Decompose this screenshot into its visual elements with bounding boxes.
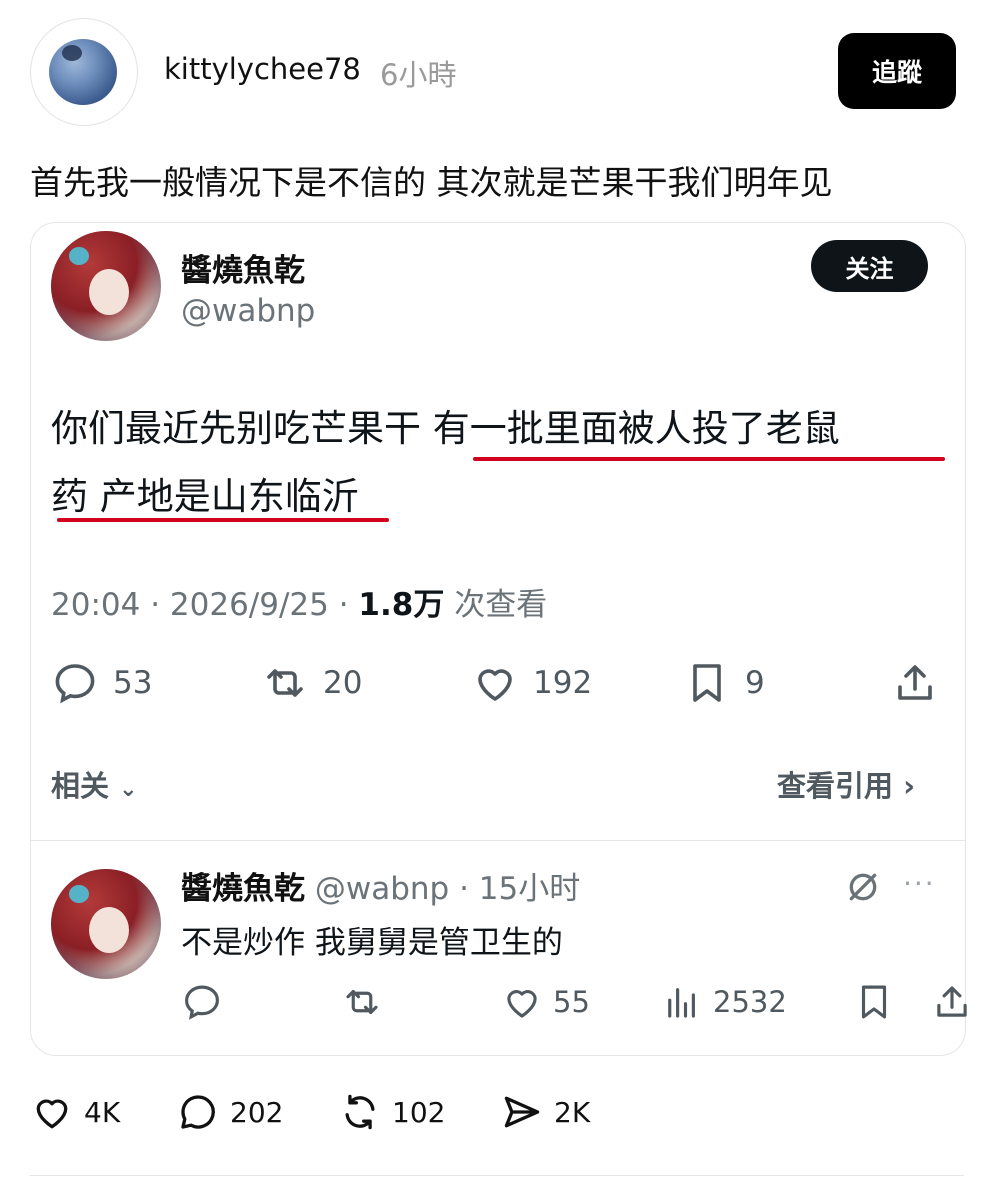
post-caption: 首先我一般情况下是不信的 其次就是芒果干我们明年见	[30, 163, 833, 202]
reply-icon	[185, 985, 219, 1020]
reply-handle-time: @wabnp · 15小时	[314, 871, 581, 907]
post-like-count: 4K	[84, 1095, 121, 1129]
tweet-meta: 20:04 · 2026/9/25 · 1.8万 次查看	[51, 579, 547, 624]
reply-count: 53	[113, 665, 153, 701]
tweet-timestamp: 20:04 · 2026/9/25 ·	[51, 587, 359, 623]
red-underline	[57, 518, 389, 522]
divider	[31, 840, 965, 841]
comment-icon	[181, 1095, 215, 1129]
avatar-flower	[69, 247, 89, 265]
grok-icon[interactable]	[843, 867, 883, 907]
post-share-action[interactable]: 2K	[500, 1090, 590, 1134]
blueberry-crown	[62, 45, 82, 61]
tweet-handle[interactable]: @wabnp	[181, 293, 315, 329]
reply-retweet-action[interactable]	[341, 981, 383, 1023]
post-time: 6小時	[380, 58, 457, 92]
post-repost-count: 102	[392, 1095, 446, 1129]
post-repost-action[interactable]: 102	[338, 1090, 445, 1134]
bookmark-count: 9	[745, 665, 765, 701]
red-underline	[473, 457, 945, 461]
tweet-views-label: 次查看	[444, 587, 548, 623]
reply-share-action[interactable]	[931, 981, 973, 1023]
reply-views-action[interactable]: 2532	[661, 981, 787, 1023]
reply-header: 醬燒魚乾 @wabnp · 15小时	[181, 863, 580, 908]
related-dropdown[interactable]: 相关 ⌄	[51, 763, 138, 805]
reply-action[interactable]: 53	[51, 659, 152, 707]
tweet-text-highlight-1: 有一批里面被人投了老鼠	[432, 407, 840, 450]
bookmark-action[interactable]: 9	[683, 659, 765, 707]
tweet-text-plain: 你们最近先别吃芒果干	[51, 407, 433, 450]
retweet-icon	[267, 669, 303, 697]
share-action[interactable]	[891, 659, 939, 707]
like-action[interactable]: 192	[471, 659, 592, 707]
post-comment-count: 202	[230, 1095, 284, 1129]
more-options-icon[interactable]: ···	[903, 867, 936, 900]
reply-reply-action[interactable]	[181, 981, 223, 1023]
tweet-views-count: 1.8万	[358, 587, 445, 623]
author-username[interactable]: kittylychee78	[164, 52, 361, 86]
reply-text: 不是炒作 我舅舅是管卫生的	[181, 925, 563, 961]
chevron-down-icon: ⌄	[119, 777, 138, 802]
tweet-follow-button[interactable]: 关注	[811, 240, 928, 292]
reply-like-action[interactable]: 55	[501, 981, 590, 1023]
reply-views-count: 2532	[713, 985, 787, 1019]
chevron-right-icon: ›	[903, 769, 916, 803]
avatar-face	[89, 269, 129, 315]
reply-bookmark-action[interactable]	[853, 981, 895, 1023]
post-comment-action[interactable]: 202	[176, 1090, 283, 1134]
embedded-tweet-card[interactable]: 醬燒魚乾 @wabnp 关注 你们最近先别吃芒果干 有一批里面被人投了老鼠 药 …	[30, 222, 967, 1056]
heart-icon	[507, 990, 537, 1018]
reply-author-avatar[interactable]	[51, 869, 161, 979]
retweet-action[interactable]: 20	[261, 659, 362, 707]
retweet-count: 20	[323, 665, 363, 701]
blueberry-image	[49, 39, 117, 105]
heart-icon	[36, 1099, 68, 1129]
tweet-text: 你们最近先别吃芒果干 有一批里面被人投了老鼠 药 产地是山东临沂	[51, 395, 951, 531]
post-like-action[interactable]: 4K	[30, 1090, 120, 1134]
repost-icon	[345, 1094, 375, 1130]
heart-icon	[478, 669, 512, 701]
follow-button[interactable]: 追蹤	[838, 33, 956, 109]
share-icon	[898, 665, 932, 700]
divider	[30, 1175, 964, 1176]
views-chart-icon	[668, 988, 695, 1018]
view-quotes-link[interactable]: 查看引用 ›	[777, 763, 915, 805]
avatar-flower	[69, 885, 89, 903]
share-icon	[937, 986, 967, 1017]
tweet-author-avatar[interactable]	[51, 231, 161, 341]
related-label: 相关	[51, 769, 110, 803]
bookmark-icon	[861, 985, 887, 1019]
avatar-face	[89, 907, 129, 953]
like-count: 192	[533, 665, 593, 701]
reply-like-count: 55	[553, 985, 590, 1019]
tweet-text-highlight-2: 药 产地是山东临沂	[51, 475, 359, 518]
reply-icon	[55, 664, 95, 704]
author-avatar[interactable]	[30, 18, 138, 126]
reply-display-name[interactable]: 醬燒魚乾	[181, 871, 305, 907]
reply-actions: 55 2532	[181, 981, 967, 1029]
tweet-display-name[interactable]: 醬燒魚乾	[181, 245, 305, 290]
send-icon	[504, 1096, 540, 1128]
view-quotes-label: 查看引用	[777, 769, 894, 803]
post-actions: 4K 202 102 2K	[30, 1090, 964, 1142]
tweet-actions: 53 20 192 9	[51, 659, 943, 711]
retweet-icon	[346, 989, 378, 1015]
post-share-count: 2K	[554, 1095, 591, 1129]
bookmark-icon	[693, 664, 721, 702]
